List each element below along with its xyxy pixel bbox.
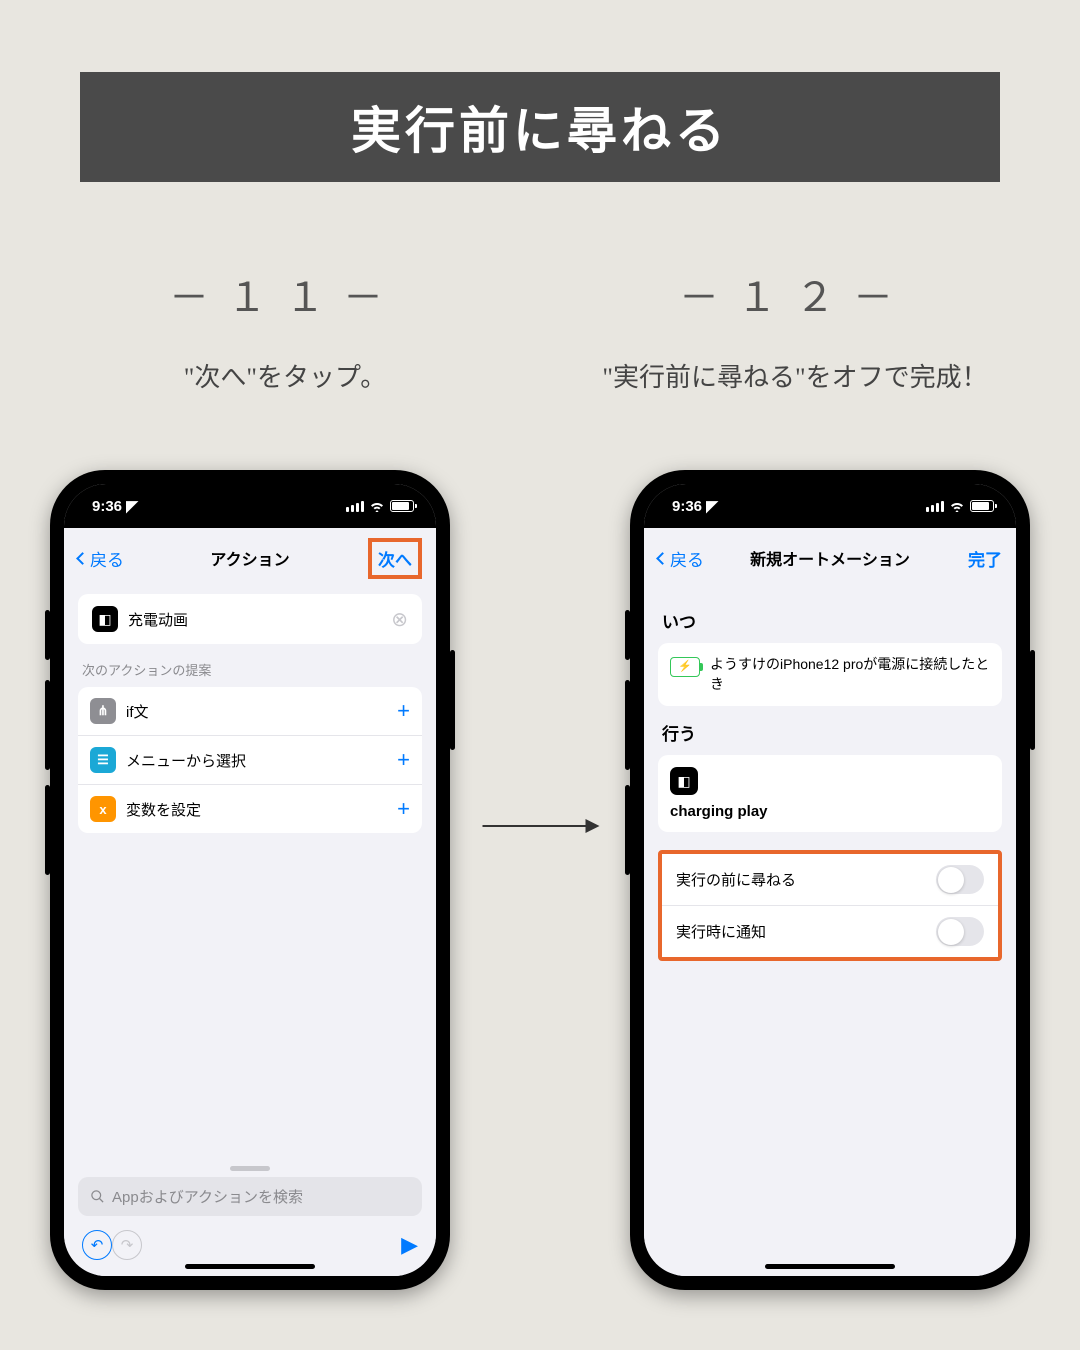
bottom-toolbar: ↶ ↷ ▶ [74, 1230, 426, 1260]
search-placeholder: Appおよびアクションを検索 [112, 1186, 303, 1207]
phone-mockup-left: 9:36 ◤ 戻る アクション 次へ [50, 470, 450, 1290]
plus-icon[interactable]: + [397, 698, 410, 724]
done-button[interactable]: 完了 [968, 546, 1002, 571]
home-indicator[interactable] [185, 1264, 315, 1269]
clear-icon[interactable]: ⊗ [391, 607, 408, 632]
nav-bar: 戻る アクション 次へ [64, 534, 436, 582]
notch [740, 484, 920, 512]
toggle-group-highlight: 実行の前に尋ねる 実行時に通知 [658, 850, 1002, 961]
back-button[interactable]: 戻る [658, 546, 704, 571]
selected-shortcut-card[interactable]: ◧ 充電动画 ⊗ [78, 594, 422, 644]
if-icon: ⋔ [90, 698, 116, 724]
ask-before-run-row: 実行の前に尋ねる [662, 854, 998, 906]
home-indicator[interactable] [765, 1264, 895, 1269]
suggestion-row[interactable]: ☰ メニューから選択 + [78, 736, 422, 785]
suggestion-row[interactable]: ⋔ if文 + [78, 687, 422, 736]
status-time: 9:36 ◤ [92, 497, 138, 515]
suggestion-row[interactable]: x 変数を設定 + [78, 785, 422, 833]
do-section-label: 行う [662, 720, 998, 745]
sheet-grabber[interactable] [230, 1166, 270, 1171]
step-number: －１１－ [60, 265, 510, 323]
plus-icon[interactable]: + [397, 796, 410, 822]
trigger-text: ようすけのiPhone12 proが電源に接続したとき [710, 655, 990, 694]
shortcut-icon: ◧ [92, 606, 118, 632]
notify-on-run-toggle[interactable] [936, 917, 984, 946]
step-11: －１１－ "次へ"をタップ。 [60, 265, 510, 397]
notify-on-run-row: 実行時に通知 [662, 906, 998, 957]
toggle-label: 実行時に通知 [676, 921, 766, 942]
battery-icon [970, 500, 994, 512]
step-description: "実行前に尋ねる"をオフで完成！ [570, 358, 1020, 397]
search-icon [90, 1189, 105, 1204]
step-number: －１２－ [570, 265, 1020, 323]
next-button[interactable]: 次へ [368, 538, 422, 579]
undo-button[interactable]: ↶ [82, 1230, 112, 1260]
plus-icon[interactable]: + [397, 747, 410, 773]
step-description: "次へ"をタップ。 [60, 358, 510, 397]
signal-icon [346, 501, 364, 512]
nav-title: 新規オートメーション [750, 546, 910, 570]
search-field[interactable]: Appおよびアクションを検索 [78, 1177, 422, 1216]
shortcut-name: 充電动画 [128, 609, 188, 630]
suggestion-list: ⋔ if文 + ☰ メニューから選択 + x 変数を設定 + [78, 687, 422, 833]
phone-mockup-right: 9:36 ◤ 戻る 新規オートメーション 完了 いつ [630, 470, 1030, 1290]
signal-icon [926, 501, 944, 512]
page-banner: 実行前に尋ねる [80, 72, 1000, 182]
row-label: 変数を設定 [126, 799, 201, 820]
back-button[interactable]: 戻る [78, 546, 124, 571]
play-button[interactable]: ▶ [401, 1232, 418, 1258]
wifi-icon [949, 500, 965, 512]
notch [160, 484, 340, 512]
redo-button[interactable]: ↷ [112, 1230, 142, 1260]
step-headers: －１１－ "次へ"をタップ。 －１２－ "実行前に尋ねる"をオフで完成！ [0, 265, 1080, 397]
action-card[interactable]: ◧ charging play [658, 755, 1002, 832]
row-label: if文 [126, 701, 149, 722]
wifi-icon [369, 500, 385, 512]
battery-icon [390, 500, 414, 512]
suggestions-label: 次のアクションの提案 [82, 660, 418, 679]
ask-before-run-toggle[interactable] [936, 865, 984, 894]
menu-icon: ☰ [90, 747, 116, 773]
nav-bar: 戻る 新規オートメーション 完了 [644, 534, 1016, 582]
action-name: charging play [670, 803, 990, 820]
nav-title: アクション [210, 546, 289, 570]
chevron-left-icon [76, 552, 89, 565]
when-section-label: いつ [662, 608, 998, 633]
row-label: メニューから選択 [126, 750, 246, 771]
status-time: 9:36 ◤ [672, 497, 718, 515]
charging-icon: ⚡ [670, 657, 700, 677]
chevron-left-icon [656, 552, 669, 565]
trigger-card[interactable]: ⚡ ようすけのiPhone12 proが電源に接続したとき [658, 643, 1002, 706]
step-12: －１２－ "実行前に尋ねる"をオフで完成！ [570, 265, 1020, 397]
variable-icon: x [90, 796, 116, 822]
shortcut-icon: ◧ [670, 767, 698, 795]
toggle-label: 実行の前に尋ねる [676, 869, 796, 890]
